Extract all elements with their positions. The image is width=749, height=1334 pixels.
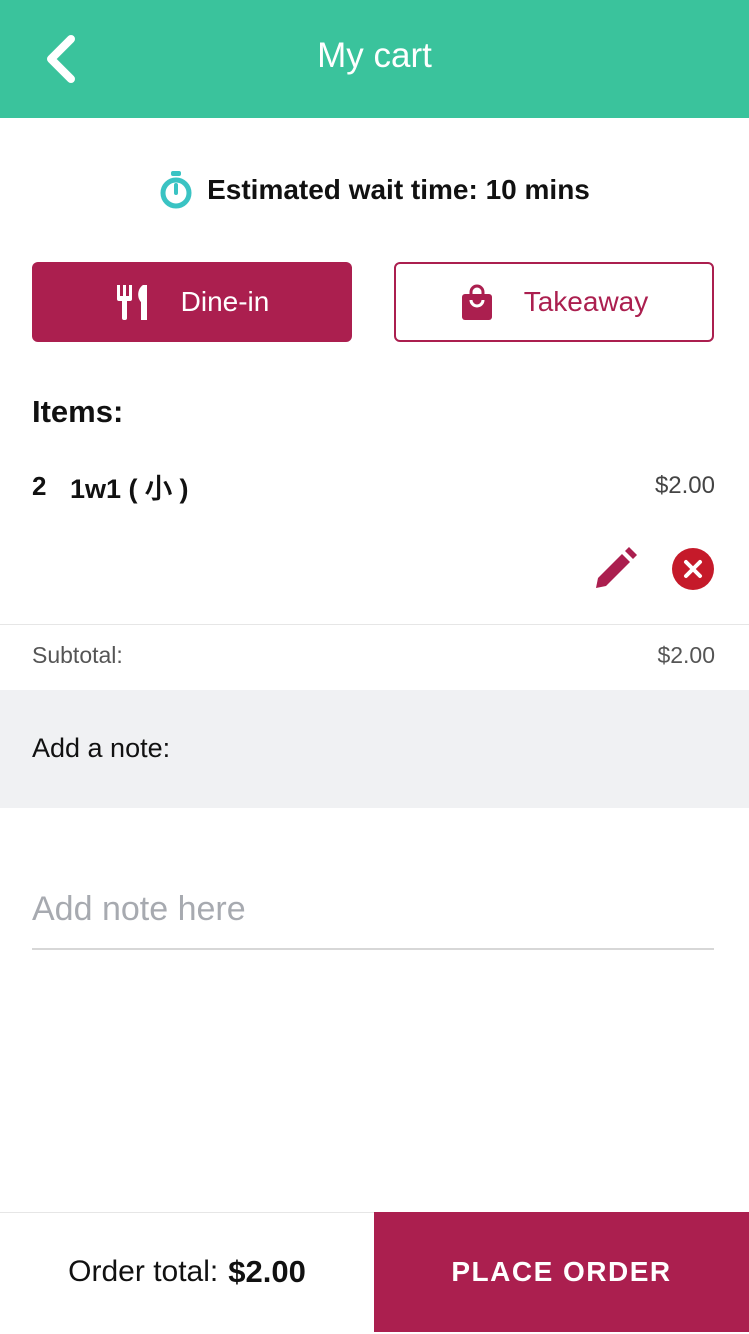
subtotal-value: $2.00 [657, 642, 715, 668]
note-label: Add a note: [32, 733, 171, 763]
order-total-value: $2.00 [228, 1254, 306, 1289]
order-total: Order total: $2.00 [0, 1212, 374, 1332]
dine-in-label: Dine-in [180, 286, 270, 317]
dine-in-button[interactable]: Dine-in [32, 262, 352, 342]
item-name: 1w1 ( 小 ) [70, 473, 189, 504]
edit-item-icon[interactable] [592, 546, 638, 592]
close-icon [684, 560, 702, 578]
subtotal-row: Subtotal: $2.00 [32, 642, 715, 669]
takeaway-button[interactable]: Takeaway [394, 262, 714, 342]
stopwatch-icon [160, 171, 192, 209]
wait-time-row: Estimated wait time: 10 mins [0, 166, 749, 214]
cart-item-row: 2 1w1 ( 小 ) $2.00 [32, 466, 715, 506]
remove-item-button[interactable] [672, 548, 714, 590]
page-title: My cart [317, 36, 432, 75]
wait-time-text: Estimated wait time: 10 mins [207, 174, 590, 205]
app-header: My cart [0, 0, 749, 118]
utensils-icon [116, 285, 147, 320]
item-price: $2.00 [654, 472, 715, 499]
note-input[interactable] [32, 870, 714, 950]
order-total-label: Order total: [68, 1255, 219, 1288]
takeaway-label: Takeaway [523, 286, 649, 317]
shopping-bag-icon [461, 284, 492, 320]
divider [0, 624, 749, 625]
items-heading: Items: [32, 394, 124, 429]
subtotal-label: Subtotal: [32, 642, 123, 668]
item-quantity: 2 [32, 470, 47, 501]
place-order-button[interactable]: PLACE ORDER [374, 1212, 749, 1332]
